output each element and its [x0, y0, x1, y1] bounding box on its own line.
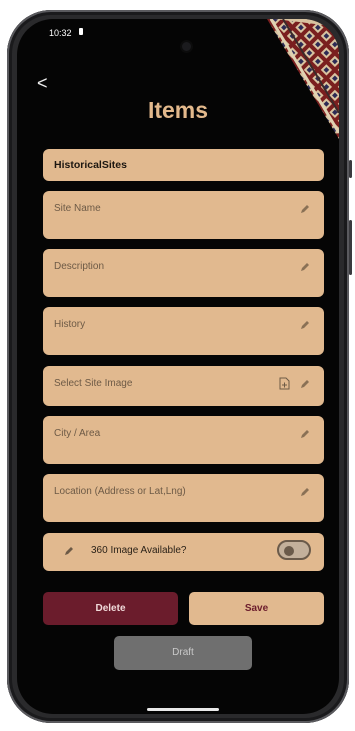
site-name-placeholder: Site Name [54, 203, 101, 214]
image-360-label: 360 Image Available? [91, 545, 187, 556]
description-placeholder: Description [54, 261, 105, 272]
front-camera [182, 42, 191, 51]
history-field[interactable]: History [43, 307, 324, 355]
site-name-field[interactable]: Site Name [43, 191, 324, 239]
back-button[interactable]: < [37, 73, 48, 94]
pencil-icon [301, 430, 309, 438]
site-image-placeholder: Select Site Image [54, 378, 133, 389]
status-time: 10:32 [49, 28, 72, 38]
page-title: Items [147, 97, 209, 123]
notification-icon [79, 28, 83, 35]
phone-frame: 10:32 < Items HistoricalSites Site Name … [7, 10, 352, 723]
description-field[interactable]: Description [43, 249, 324, 297]
category-header: HistoricalSites [43, 149, 324, 181]
history-placeholder: History [54, 319, 86, 330]
site-image-field[interactable]: Select Site Image [43, 366, 324, 406]
home-indicator[interactable] [147, 708, 219, 711]
pencil-icon [301, 321, 309, 329]
pencil-icon [65, 547, 73, 555]
volume-button [349, 160, 352, 178]
delete-button[interactable]: Delete [43, 592, 178, 625]
pencil-icon [301, 205, 309, 213]
location-field[interactable]: Location (Address or Lat,Lng) [43, 474, 324, 522]
app-screen: 10:32 < Items HistoricalSites Site Name … [17, 19, 339, 714]
image-360-toggle[interactable] [277, 540, 311, 560]
image-file-icon[interactable] [279, 377, 290, 390]
pencil-icon [301, 488, 309, 496]
toggle-knob [284, 546, 294, 556]
city-area-field[interactable]: City / Area [43, 416, 324, 464]
location-placeholder: Location (Address or Lat,Lng) [54, 486, 186, 497]
city-area-placeholder: City / Area [54, 428, 101, 439]
category-label: HistoricalSites [54, 159, 127, 171]
pencil-icon [301, 380, 309, 388]
image-360-row: 360 Image Available? [43, 533, 324, 571]
draft-button[interactable]: Draft [114, 636, 252, 670]
power-button [349, 220, 352, 275]
pencil-icon [301, 263, 309, 271]
save-button[interactable]: Save [189, 592, 324, 625]
